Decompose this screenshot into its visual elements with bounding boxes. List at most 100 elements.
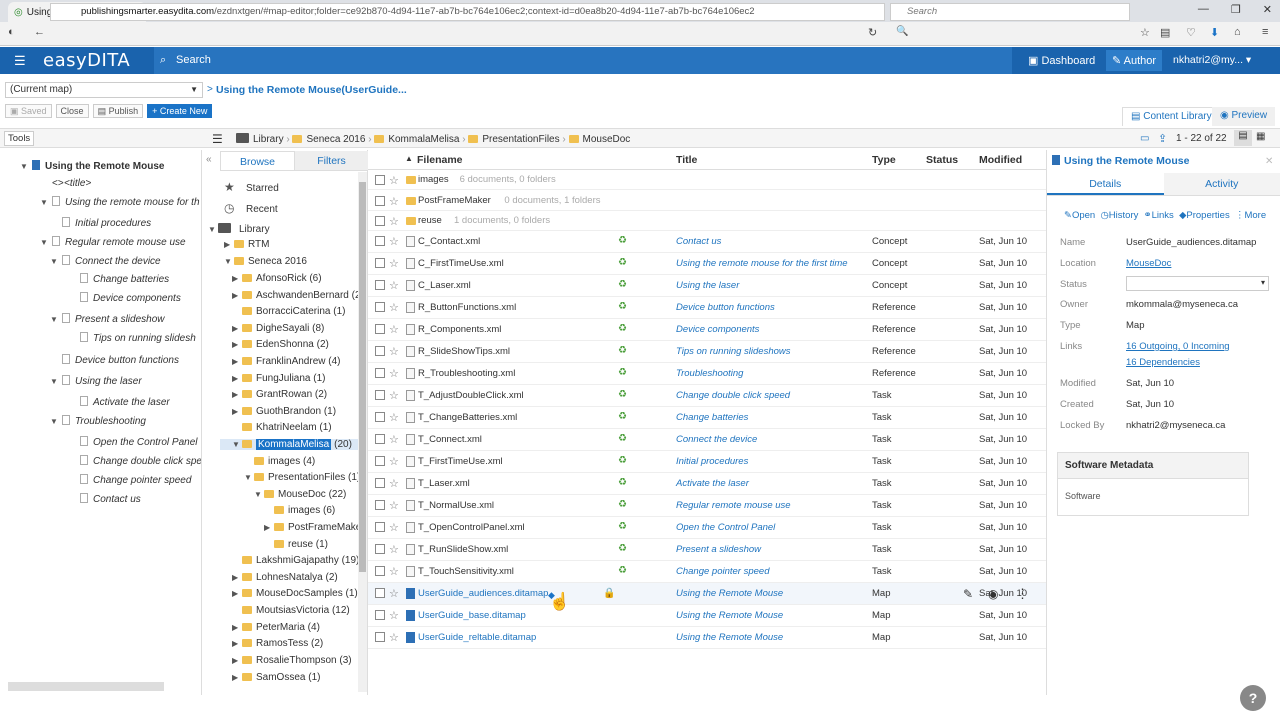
file-row[interactable]: ☆ T_AdjustDoubleClick.xml ♻ Change double c…	[368, 385, 1046, 407]
row-checkbox[interactable]	[375, 390, 385, 400]
file-row[interactable]: ☆ T_Connect.xml ♻ Connect the device Task Sat…	[368, 429, 1046, 451]
row-checkbox[interactable]	[375, 216, 385, 226]
file-row[interactable]: ☆ T_RunSlideShow.xml ♻ Present a slideshow T…	[368, 539, 1046, 561]
dashboard-link[interactable]: ▣ Dashboard	[1028, 54, 1095, 67]
expand-caret-icon[interactable]: ▶	[232, 656, 242, 665]
row-checkbox[interactable]	[375, 258, 385, 268]
file-row[interactable]: ☆ R_Troubleshooting.xml ♻ Troubleshooting Re…	[368, 363, 1046, 385]
hamburger-icon[interactable]: ☰	[14, 53, 26, 69]
download-icon[interactable]: ⬇	[1210, 26, 1219, 39]
map-tree-item[interactable]: Initial procedures	[50, 217, 151, 229]
browse-tree-item[interactable]: MoutsiasVictoria (12)	[232, 605, 350, 616]
row-checkbox[interactable]	[375, 236, 385, 246]
star-icon[interactable]: ☆	[389, 631, 399, 644]
expand-caret-icon[interactable]: ▶	[232, 639, 242, 648]
location-link[interactable]: MouseDoc	[1126, 258, 1171, 269]
star-icon[interactable]: ☆	[389, 235, 399, 248]
row-checkbox[interactable]	[375, 522, 385, 532]
map-tree-item[interactable]: ▼ Troubleshooting	[50, 415, 146, 427]
file-title[interactable]: Initial procedures	[676, 456, 748, 467]
content-library-tab[interactable]: ▤ Content Library	[1122, 107, 1221, 126]
browse-tree-item[interactable]: ▶ AschwandenBernard (2)	[232, 290, 364, 301]
expand-caret-icon[interactable]: ▶	[232, 589, 242, 598]
row-checkbox[interactable]	[375, 280, 385, 290]
file-row[interactable]: ☆ UserGuide_base.ditamap Using the Remote …	[368, 605, 1046, 627]
row-checkbox[interactable]	[375, 195, 385, 206]
browse-scroll-thumb[interactable]	[359, 182, 366, 572]
edit-icon[interactable]: ✎	[963, 587, 973, 601]
bookmark-star-icon[interactable]: ☆	[1140, 26, 1150, 39]
browse-tree-item[interactable]: ▶ PostFrameMake	[264, 522, 361, 533]
user-menu[interactable]: nkhatri2@my... ▾	[1173, 54, 1251, 66]
breadcrumb-item[interactable]: Seneca 2016	[306, 134, 365, 145]
maximize-icon[interactable]: ❐	[1231, 3, 1241, 16]
browse-tree-item[interactable]: ▶ EdenShonna (2)	[232, 339, 329, 350]
expand-caret-icon[interactable]: ▼	[50, 315, 62, 324]
star-icon[interactable]: ☆	[389, 455, 399, 468]
row-checkbox[interactable]	[375, 566, 385, 576]
file-row[interactable]: ☆ UserGuide_reltable.ditamap Using the Rem…	[368, 627, 1046, 649]
map-tree-item[interactable]: Activate the laser	[68, 396, 170, 408]
file-row[interactable]: ☆ R_Components.xml ♻ Device components Refer…	[368, 319, 1046, 341]
properties-action[interactable]: ◆Properties	[1179, 210, 1230, 221]
publish-button[interactable]: ▤ Publish	[92, 104, 144, 118]
file-title[interactable]: Using the Remote Mouse	[676, 632, 783, 643]
file-title[interactable]: Present a slideshow	[676, 544, 761, 555]
map-tree-item[interactable]: Tips on running slidesh	[68, 332, 196, 344]
map-tree-item[interactable]: Open the Control Panel	[68, 436, 198, 448]
file-title[interactable]: Connect the device	[676, 434, 757, 445]
browse-tree-item[interactable]: ▼ KommalaMelisa (20)	[220, 439, 358, 450]
browse-tree-item[interactable]: ▼ PresentationFiles (1)	[244, 472, 360, 483]
star-icon[interactable]: ☆	[389, 565, 399, 578]
new-folder-icon[interactable]: ▭	[1140, 133, 1149, 144]
file-row[interactable]: ☆ T_ChangeBatteries.xml ♻ Change batteries T…	[368, 407, 1046, 429]
expand-caret-icon[interactable]: ▶	[264, 523, 274, 532]
col-title[interactable]: Title	[676, 154, 697, 166]
expand-caret-icon[interactable]: ▼	[244, 473, 254, 482]
row-checkbox[interactable]	[375, 478, 385, 488]
map-tree-item[interactable]: ▼ Connect the device	[50, 255, 161, 267]
file-title[interactable]: Regular remote mouse use	[676, 500, 791, 511]
row-checkbox[interactable]	[375, 632, 385, 642]
col-type[interactable]: Type	[872, 154, 896, 166]
star-icon[interactable]: ☆	[389, 301, 399, 314]
star-icon[interactable]: ☆	[389, 215, 399, 228]
close-window-icon[interactable]: ✕	[1263, 3, 1272, 16]
list-mode-icon[interactable]: ▤	[1234, 130, 1252, 146]
file-name[interactable]: UserGuide_audiences.ditamap	[418, 588, 548, 599]
close-button[interactable]: Close	[55, 104, 89, 118]
map-tree-item[interactable]: Change batteries	[68, 273, 169, 285]
expand-caret-icon[interactable]: ▶	[232, 390, 242, 399]
file-row[interactable]: ☆ C_Laser.xml ♻ Using the laser Concept Sat, …	[368, 275, 1046, 297]
file-name[interactable]: R_Components.xml	[418, 324, 501, 335]
minimize-icon[interactable]: —	[1198, 3, 1209, 16]
browse-tree-item[interactable]: ▶ FungJuliana (1)	[232, 373, 325, 384]
view-icon[interactable]: ◉	[988, 587, 998, 601]
browse-tree-item[interactable]: ▼ Seneca 2016	[224, 256, 307, 267]
browse-tree-item[interactable]: ▶ SamOssea (1)	[232, 672, 320, 683]
map-tree-item[interactable]: Device components	[68, 292, 181, 304]
row-checkbox[interactable]	[375, 412, 385, 422]
star-icon[interactable]: ☆	[389, 411, 399, 424]
row-checkbox[interactable]	[375, 368, 385, 378]
map-tree-item[interactable]: Device button functions	[50, 354, 179, 366]
col-modified[interactable]: Modified	[979, 154, 1022, 166]
expand-caret-icon[interactable]: ▶	[232, 324, 242, 333]
star-icon[interactable]: ☆	[389, 174, 399, 187]
browse-tree-item[interactable]: ▶ GrantRowan (2)	[232, 389, 327, 400]
file-name[interactable]: T_Laser.xml	[418, 478, 470, 489]
left-hscrollbar[interactable]	[8, 682, 164, 691]
browse-tree-item[interactable]: ▶ RosalieThompson (3)	[232, 655, 352, 666]
breadcrumb-item[interactable]: KommalaMelisa	[388, 134, 459, 145]
file-row[interactable]: ☆ T_Laser.xml ♻ Activate the laser Task Sat, …	[368, 473, 1046, 495]
folder-name[interactable]: PostFrameMaker	[418, 195, 491, 206]
map-select[interactable]: (Current map) ▼	[5, 82, 203, 98]
file-row[interactable]: ☆ T_FirstTimeUse.xml ♻ Initial procedures Ta…	[368, 451, 1046, 473]
browse-tree-item[interactable]: images (4)	[244, 456, 315, 467]
file-title[interactable]: Device button functions	[676, 302, 775, 313]
help-icon[interactable]: ?	[1240, 685, 1266, 711]
row-checkbox[interactable]	[375, 302, 385, 312]
browse-tree-item[interactable]: ▼ MouseDoc (22)	[254, 489, 346, 500]
app-search[interactable]: ⌕ Search	[154, 47, 1012, 74]
file-row[interactable]: ☆ C_Contact.xml ♻ Contact us Concept Sat, Jun…	[368, 231, 1046, 253]
